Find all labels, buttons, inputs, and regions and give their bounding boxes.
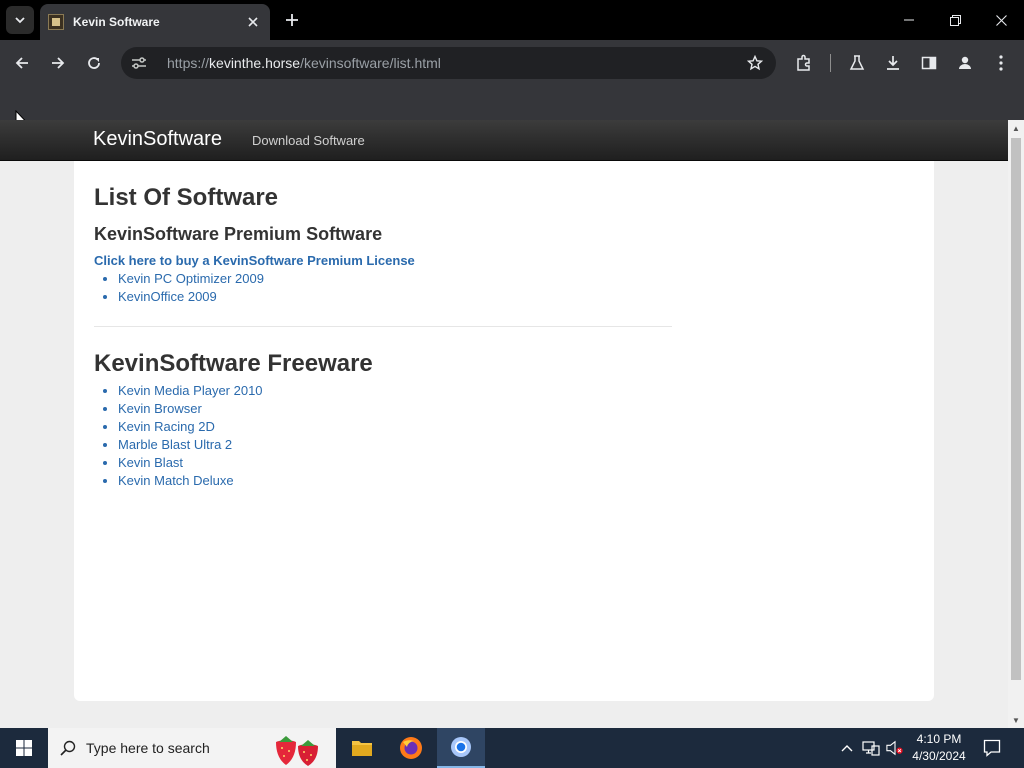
menu-kebab-icon[interactable] xyxy=(986,48,1016,78)
firefox-icon xyxy=(400,737,422,759)
strawberries-icon xyxy=(276,736,318,766)
url-scheme: https:// xyxy=(167,55,210,71)
site-navbar: KevinSoftware Download Software xyxy=(0,120,1008,161)
url-path: /kevinsoftware/list.html xyxy=(300,55,441,71)
windows-logo-icon xyxy=(16,740,32,756)
chevron-down-icon xyxy=(15,17,25,24)
address-bar[interactable]: https://kevinthe.horse/kevinsoftware/lis… xyxy=(121,47,776,79)
list-item: Kevin Browser xyxy=(118,400,263,418)
clock-date: 4/30/2024 xyxy=(912,749,966,763)
browser-tab[interactable]: Kevin Software xyxy=(40,4,270,40)
chrome-icon xyxy=(451,737,471,757)
freeware-heading: KevinSoftware Freeware xyxy=(94,350,373,377)
software-link[interactable]: Kevin PC Optimizer 2009 xyxy=(118,271,264,286)
arrow-right-icon xyxy=(52,57,65,69)
tab-close-icon[interactable] xyxy=(244,13,262,31)
forward-button[interactable] xyxy=(43,48,73,78)
scroll-down-arrow-icon[interactable]: ▼ xyxy=(1008,712,1024,728)
content-card: List Of Software KevinSoftware Premium S… xyxy=(74,161,934,701)
chrome-button[interactable] xyxy=(437,728,485,768)
restore-button[interactable] xyxy=(932,0,978,40)
reload-icon xyxy=(88,57,100,69)
system-clock[interactable]: 4:10 PM 4/30/2024 xyxy=(908,731,970,765)
section-divider xyxy=(94,326,672,327)
restore-icon xyxy=(949,14,961,26)
side-panel-icon[interactable] xyxy=(914,48,944,78)
minimize-icon xyxy=(904,19,914,21)
close-icon xyxy=(995,14,1007,26)
labs-flask-icon[interactable] xyxy=(842,48,872,78)
freeware-list: Kevin Media Player 2010 Kevin Browser Ke… xyxy=(118,382,263,490)
software-link[interactable]: Kevin Match Deluxe xyxy=(118,473,234,488)
page-title: List Of Software xyxy=(94,184,279,211)
list-item: KevinOffice 2009 xyxy=(118,288,264,306)
url-host: kevinthe.horse xyxy=(209,55,301,71)
download-software-link[interactable]: Download Software xyxy=(252,133,365,148)
reload-button[interactable] xyxy=(79,48,109,78)
close-window-button[interactable] xyxy=(978,0,1024,40)
downloads-icon[interactable] xyxy=(878,48,908,78)
software-link[interactable]: Kevin Racing 2D xyxy=(118,419,215,434)
list-item: Kevin PC Optimizer 2009 xyxy=(118,270,264,288)
list-item: Kevin Match Deluxe xyxy=(118,472,263,490)
page-viewport: KevinSoftware Download Software List Of … xyxy=(0,120,1008,728)
tab-strip: Kevin Software xyxy=(0,0,1024,40)
firefox-button[interactable] xyxy=(387,728,435,768)
software-link[interactable]: Marble Blast Ultra 2 xyxy=(118,437,232,452)
page-scrollbar[interactable]: ▲ ▼ xyxy=(1008,120,1024,728)
network-icon[interactable] xyxy=(862,738,880,758)
software-link[interactable]: KevinOffice 2009 xyxy=(118,289,217,304)
scroll-thumb[interactable] xyxy=(1011,138,1021,680)
toolbar-divider xyxy=(830,54,831,72)
new-tab-button[interactable] xyxy=(280,8,304,32)
tab-title: Kevin Software xyxy=(73,15,160,29)
buy-license-link[interactable]: Click here to buy a KevinSoftware Premiu… xyxy=(94,253,415,268)
tab-search-button[interactable] xyxy=(6,6,34,34)
search-placeholder: Type here to search xyxy=(86,740,210,756)
site-info-icon[interactable] xyxy=(131,56,153,70)
software-link[interactable]: Kevin Blast xyxy=(118,455,183,470)
software-link[interactable]: Kevin Browser xyxy=(118,401,202,416)
browser-toolbar: https://kevinthe.horse/kevinsoftware/lis… xyxy=(0,40,1024,129)
profile-avatar-icon[interactable] xyxy=(950,48,980,78)
clock-time: 4:10 PM xyxy=(916,732,962,746)
start-button[interactable] xyxy=(0,728,48,768)
back-button[interactable] xyxy=(7,48,37,78)
scroll-up-arrow-icon[interactable]: ▲ xyxy=(1008,120,1024,136)
list-item: Kevin Media Player 2010 xyxy=(118,382,263,400)
minimize-button[interactable] xyxy=(886,0,932,40)
url-text[interactable]: https://kevinthe.horse/kevinsoftware/lis… xyxy=(167,55,744,71)
arrow-left-icon xyxy=(15,57,28,69)
list-item: Kevin Racing 2D xyxy=(118,418,263,436)
site-favicon-icon xyxy=(48,14,64,30)
extensions-icon[interactable] xyxy=(789,48,819,78)
software-link[interactable]: Kevin Media Player 2010 xyxy=(118,383,263,398)
windows-taskbar: Type here to search 4:10 PM 4/30/2024 xyxy=(0,728,1024,768)
site-brand-link[interactable]: KevinSoftware xyxy=(93,128,222,151)
volume-muted-icon[interactable] xyxy=(886,738,904,758)
tray-overflow-chevron-icon[interactable] xyxy=(838,738,856,758)
file-explorer-button[interactable] xyxy=(338,728,386,768)
premium-software-list: Kevin PC Optimizer 2009 KevinOffice 2009 xyxy=(118,270,264,306)
list-item: Marble Blast Ultra 2 xyxy=(118,436,263,454)
bookmark-star-icon[interactable] xyxy=(744,55,766,71)
list-item: Kevin Blast xyxy=(118,454,263,472)
premium-heading: KevinSoftware Premium Software xyxy=(94,224,383,244)
folder-icon xyxy=(352,741,372,756)
search-icon xyxy=(60,740,76,756)
notification-center-icon[interactable] xyxy=(980,736,1004,760)
plus-icon xyxy=(286,14,298,26)
